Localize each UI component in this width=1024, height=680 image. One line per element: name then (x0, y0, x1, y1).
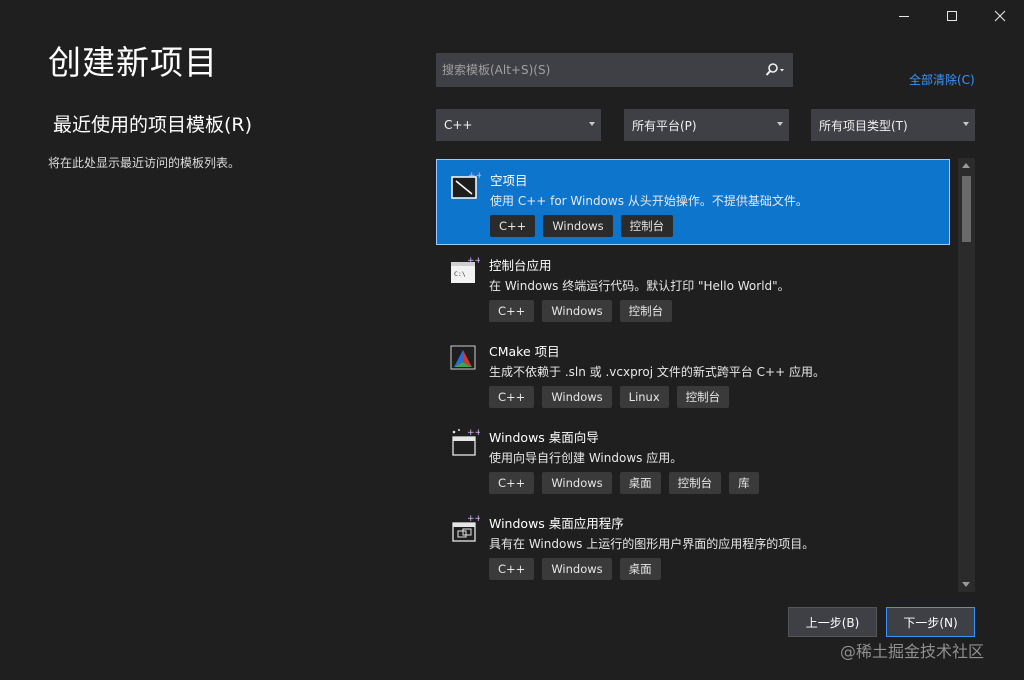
template-item-console-app[interactable]: C:\ ++ 控制台应用 在 Windows 终端运行代码。默认打印 "Hell… (436, 245, 950, 331)
project-type-filter-value: 所有项目类型(T) (819, 118, 908, 133)
template-tags: C++ Windows Linux 控制台 (489, 386, 730, 408)
template-list: ++ 空项目 使用 C++ for Windows 从头开始操作。不提供基础文件… (436, 158, 950, 592)
tag: C++ (489, 386, 535, 408)
template-name: 控制台应用 (489, 258, 552, 273)
template-description: 使用 C++ for Windows 从头开始操作。不提供基础文件。 (490, 194, 808, 208)
recent-templates-heading: 最近使用的项目模板(R) (53, 114, 253, 136)
scroll-down-icon[interactable] (962, 582, 970, 587)
svg-text:++: ++ (467, 428, 480, 438)
tag: Windows (542, 300, 612, 322)
tag: Windows (542, 386, 612, 408)
minimize-button[interactable] (880, 0, 928, 32)
empty-project-icon: ++ (451, 170, 483, 200)
template-name: 空项目 (490, 173, 528, 188)
chevron-down-icon (589, 122, 595, 126)
template-list-scrollbar[interactable] (958, 158, 975, 592)
scroll-up-icon[interactable] (962, 163, 970, 168)
template-tags: C++ Windows 桌面 (489, 558, 661, 580)
template-tags: C++ Windows 桌面 控制台 库 (489, 472, 759, 494)
search-icon (765, 63, 784, 76)
language-filter-dropdown[interactable]: C++ (436, 109, 601, 141)
template-tags: C++ Windows 控制台 (490, 215, 674, 237)
template-description: 生成不依赖于 .sln 或 .vcxproj 文件的新式跨平台 C++ 应用。 (489, 365, 825, 379)
template-description: 具有在 Windows 上运行的图形用户界面的应用程序的项目。 (489, 537, 815, 551)
template-description: 使用向导自行创建 Windows 应用。 (489, 451, 683, 465)
tag: C++ (489, 300, 535, 322)
tag: Linux (619, 386, 669, 408)
maximize-button[interactable] (928, 0, 976, 32)
svg-text:C:\: C:\ (454, 270, 466, 278)
close-button[interactable] (976, 0, 1024, 32)
template-search-input[interactable] (437, 62, 758, 78)
tag: Windows (542, 472, 612, 494)
tag: C++ (489, 472, 535, 494)
tag: 控制台 (668, 472, 722, 494)
window-controls (880, 0, 1024, 32)
recent-templates-empty-text: 将在此处显示最近访问的模板列表。 (48, 156, 241, 170)
minimize-icon (899, 16, 909, 17)
maximize-icon (947, 11, 957, 21)
tag: 控制台 (676, 386, 730, 408)
tag: 库 (729, 472, 759, 494)
svg-text:++: ++ (467, 256, 480, 266)
search-options-button[interactable] (758, 54, 792, 86)
desktop-app-icon: ++ (450, 513, 482, 543)
tag: 桌面 (619, 558, 661, 580)
template-item-empty-project[interactable]: ++ 空项目 使用 C++ for Windows 从头开始操作。不提供基础文件… (436, 159, 950, 245)
close-icon (994, 10, 1006, 22)
chevron-down-icon (777, 122, 783, 126)
chevron-down-icon (780, 69, 784, 72)
template-tags: C++ Windows 控制台 (489, 300, 673, 322)
tag: 桌面 (619, 472, 661, 494)
language-filter-value: C++ (444, 118, 473, 132)
template-name: Windows 桌面应用程序 (489, 516, 624, 531)
clear-all-link[interactable]: 全部清除(C) (909, 71, 975, 88)
scrollbar-thumb[interactable] (962, 176, 971, 242)
template-description: 在 Windows 终端运行代码。默认打印 "Hello World"。 (489, 279, 790, 293)
tag: 控制台 (619, 300, 673, 322)
tag: C++ (490, 215, 536, 237)
tag: C++ (489, 558, 535, 580)
tag: Windows (543, 215, 613, 237)
platform-filter-value: 所有平台(P) (632, 118, 697, 133)
project-type-filter-dropdown[interactable]: 所有项目类型(T) (811, 109, 975, 141)
tag: 控制台 (620, 215, 674, 237)
next-button[interactable]: 下一步(N) (886, 607, 975, 637)
console-app-icon: C:\ ++ (450, 255, 482, 285)
template-item-cmake-project[interactable]: CMake 项目 生成不依赖于 .sln 或 .vcxproj 文件的新式跨平台… (436, 331, 950, 417)
template-item-desktop-wizard[interactable]: ++ Windows 桌面向导 使用向导自行创建 Windows 应用。 C++… (436, 417, 950, 503)
tag: Windows (542, 558, 612, 580)
template-item-desktop-app[interactable]: ++ Windows 桌面应用程序 具有在 Windows 上运行的图形用户界面… (436, 503, 950, 589)
template-name: CMake 项目 (489, 344, 560, 359)
svg-text:++: ++ (467, 514, 480, 524)
page-title: 创建新项目 (48, 43, 218, 82)
chevron-down-icon (963, 122, 969, 126)
svg-text:++: ++ (468, 171, 481, 181)
cmake-icon (450, 341, 480, 371)
watermark: @稀土掘金技术社区 (840, 642, 985, 661)
back-button[interactable]: 上一步(B) (788, 607, 877, 637)
template-search-box (436, 53, 793, 87)
desktop-wizard-icon: ++ (450, 427, 482, 457)
platform-filter-dropdown[interactable]: 所有平台(P) (624, 109, 789, 141)
template-name: Windows 桌面向导 (489, 430, 599, 445)
